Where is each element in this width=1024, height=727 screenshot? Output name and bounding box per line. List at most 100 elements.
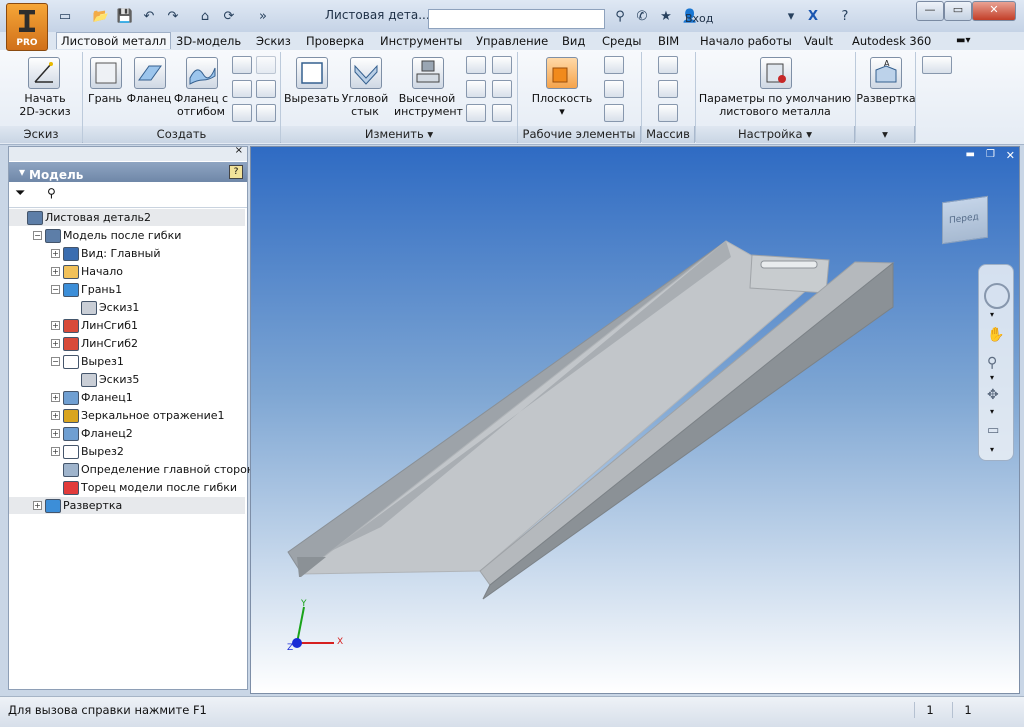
collapse-icon[interactable]: − — [33, 231, 42, 240]
find-binoculars-icon[interactable]: ⚲ — [47, 186, 56, 200]
look-at-icon[interactable]: ▭ — [987, 423, 999, 438]
maximize-button[interactable]: ▭ — [944, 1, 972, 21]
refold-icon[interactable] — [466, 56, 486, 74]
zoom-dropdown-icon[interactable]: ▾ — [990, 373, 994, 382]
contour-roll-icon[interactable] — [256, 80, 276, 98]
lofted-flange-icon[interactable] — [232, 80, 252, 98]
expand-icon[interactable]: + — [51, 249, 60, 258]
contour-flange-icon[interactable] — [186, 57, 218, 89]
tree-item[interactable]: + Фланец2 — [9, 425, 245, 442]
cut-icon[interactable] — [296, 57, 328, 89]
expand-icon[interactable]: + — [51, 339, 60, 348]
tab-inspect[interactable]: Проверка — [302, 33, 368, 49]
binoculars-icon[interactable]: ⚲ — [611, 9, 629, 25]
tab-tools[interactable]: Инструменты — [376, 33, 466, 49]
more-quick-access-icon[interactable]: » — [254, 9, 272, 25]
tree-item[interactable]: + ЛинСгиб2 — [9, 335, 245, 352]
save-icon[interactable]: 💾 — [116, 9, 134, 25]
punch-tool-button[interactable]: Высечной инструмент — [394, 92, 463, 118]
steering-wheel-dropdown-icon[interactable]: ▾ — [990, 310, 994, 319]
close-button[interactable]: ✕ — [972, 1, 1016, 21]
contour-flange-button[interactable]: Фланец с отгибом — [172, 92, 230, 118]
rectangular-pattern-icon[interactable] — [658, 56, 678, 74]
home-icon[interactable]: ⌂ — [196, 9, 214, 25]
tree-item[interactable]: + Зеркальное отражение1 — [9, 407, 245, 424]
tab-view[interactable]: Вид — [558, 33, 589, 49]
expand-icon[interactable]: + — [51, 393, 60, 402]
viewcube[interactable]: Перед — [942, 195, 988, 245]
favorites-star-icon[interactable]: ★ — [657, 9, 675, 25]
open-folder-icon[interactable]: 📂 — [92, 9, 110, 25]
expand-icon[interactable]: + — [51, 411, 60, 420]
orbit-dropdown-icon[interactable]: ▾ — [990, 407, 994, 416]
tab-vault[interactable]: Vault — [800, 33, 837, 49]
corner-seam-icon[interactable] — [350, 57, 382, 89]
expand-icon[interactable]: + — [51, 447, 60, 456]
tree-item[interactable]: Эскиз1 — [9, 299, 245, 316]
tree-item[interactable]: − Модель после гибки — [9, 227, 245, 244]
browser-header[interactable]: Модель ▾ ? — [9, 162, 247, 182]
zoom-icon[interactable]: ⚲ — [987, 355, 997, 371]
tree-item[interactable]: Листовая деталь2 — [9, 209, 245, 226]
mirror-icon[interactable] — [658, 104, 678, 122]
login-dropdown-icon[interactable]: ▾ — [782, 9, 800, 25]
pan-hand-icon[interactable]: ✋ — [987, 327, 1004, 343]
expand-icon[interactable]: + — [33, 501, 42, 510]
tab-bim[interactable]: BIM — [654, 33, 683, 49]
browser-help-icon[interactable]: ? — [229, 165, 243, 179]
work-point-icon[interactable] — [604, 80, 624, 98]
flat-pattern-icon[interactable]: A — [870, 57, 902, 89]
tree-item[interactable]: + Фланец1 — [9, 389, 245, 406]
tab-environments[interactable]: Среды — [598, 33, 645, 49]
bend-icon[interactable] — [232, 104, 252, 122]
tab-sketch[interactable]: Эскиз — [252, 33, 295, 49]
filter-icon[interactable]: ⏷ — [15, 186, 25, 201]
panel-modify-title[interactable]: Изменить ▾ — [281, 126, 518, 143]
work-axis-icon[interactable] — [604, 56, 624, 74]
graphics-viewport[interactable]: ▬ ❐ ✕ X Y Z Перед — [250, 146, 1020, 694]
work-plane-button[interactable]: Плоскость ▾ — [524, 92, 600, 118]
collapse-icon[interactable]: − — [51, 357, 60, 366]
flat-pattern-button[interactable]: Развертка — [856, 92, 916, 105]
tree-item[interactable]: − Вырез1 — [9, 353, 245, 370]
browser-close-icon[interactable]: × — [235, 145, 243, 156]
panel-flat-pattern-dropdown[interactable]: ▾ — [856, 126, 915, 143]
fold-icon[interactable] — [256, 56, 276, 74]
tab-autodesk-360[interactable]: Autodesk 360 — [848, 33, 935, 49]
work-plane-icon[interactable] — [546, 57, 578, 89]
punch-tool-icon[interactable] — [412, 57, 444, 89]
delete-face-icon[interactable] — [492, 104, 512, 122]
navbar-customize-icon[interactable]: ▾ — [990, 445, 994, 454]
face-button[interactable]: Грань — [84, 92, 126, 105]
subscription-icon[interactable]: ✆ — [633, 9, 651, 25]
redo-icon[interactable]: ↷ — [164, 9, 182, 25]
help-icon[interactable]: ? — [836, 9, 854, 25]
expand-icon[interactable]: + — [51, 321, 60, 330]
ribbon-minimize-icon[interactable]: ▬▾ — [952, 33, 974, 49]
exchange-x-icon[interactable]: X — [804, 9, 822, 25]
steering-wheel-icon[interactable] — [984, 283, 1010, 309]
start-2d-sketch-button[interactable]: Начать 2D-эскиз — [14, 92, 76, 118]
sheet-metal-part-model[interactable] — [251, 147, 1019, 693]
circular-pattern-icon[interactable] — [658, 80, 678, 98]
undo-icon[interactable]: ↶ — [140, 9, 158, 25]
expand-icon[interactable]: + — [51, 429, 60, 438]
new-file-icon[interactable]: ▭ — [56, 9, 74, 25]
collapse-icon[interactable]: − — [51, 285, 60, 294]
tree-item[interactable]: + ЛинСгиб1 — [9, 317, 245, 334]
sheet-metal-defaults-button[interactable]: Параметры по умолчанию листового металла — [698, 92, 852, 118]
ucs-icon[interactable] — [604, 104, 624, 122]
rip-icon[interactable] — [256, 104, 276, 122]
face-icon[interactable] — [90, 57, 122, 89]
unfold-icon[interactable] — [492, 56, 512, 74]
login-button[interactable]: Вход — [685, 12, 713, 25]
start-2d-sketch-icon[interactable] — [28, 57, 60, 89]
tree-item[interactable]: Определение главной стороны — [9, 461, 263, 478]
corner-round-icon[interactable] — [466, 80, 486, 98]
tab-manage[interactable]: Управление — [472, 33, 552, 49]
sheet-metal-defaults-icon[interactable] — [760, 57, 792, 89]
tree-item[interactable]: − Грань1 — [9, 281, 245, 298]
flange-icon[interactable] — [134, 57, 166, 89]
split-icon[interactable] — [466, 104, 486, 122]
tab-3d-model[interactable]: 3D-модель — [172, 33, 245, 49]
